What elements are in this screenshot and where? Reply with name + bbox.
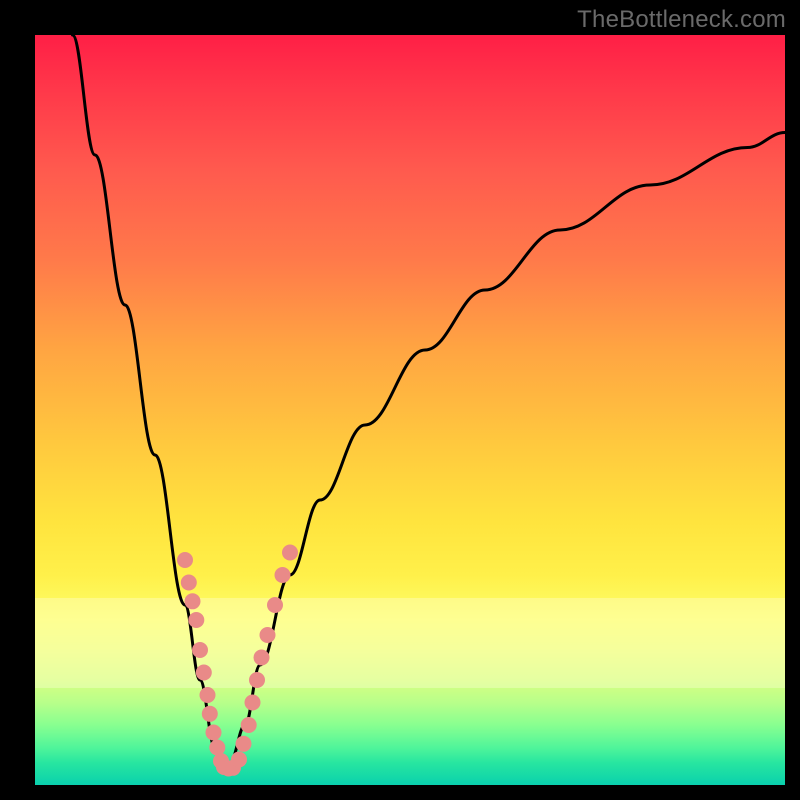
bottleneck-curve [73,35,786,770]
data-dot [236,736,252,752]
watermark-text: TheBottleneck.com [577,6,786,34]
chart-frame: TheBottleneck.com [0,0,800,800]
data-dot [209,740,225,756]
data-dot [241,717,257,733]
data-dot [260,627,276,643]
data-dot [181,575,197,591]
data-dot [267,597,283,613]
data-dot [177,552,193,568]
data-dot [188,612,204,628]
data-dot [231,752,247,768]
data-dot [245,695,261,711]
plot-area [35,35,785,785]
data-dot [282,545,298,561]
data-dot [249,672,265,688]
data-dot [254,650,270,666]
data-dot [192,642,208,658]
data-dot [200,687,216,703]
data-dot [185,593,201,609]
data-dot [275,567,291,583]
data-dot [196,665,212,681]
curve-layer [35,35,785,785]
data-dot [202,706,218,722]
data-dot [206,725,222,741]
